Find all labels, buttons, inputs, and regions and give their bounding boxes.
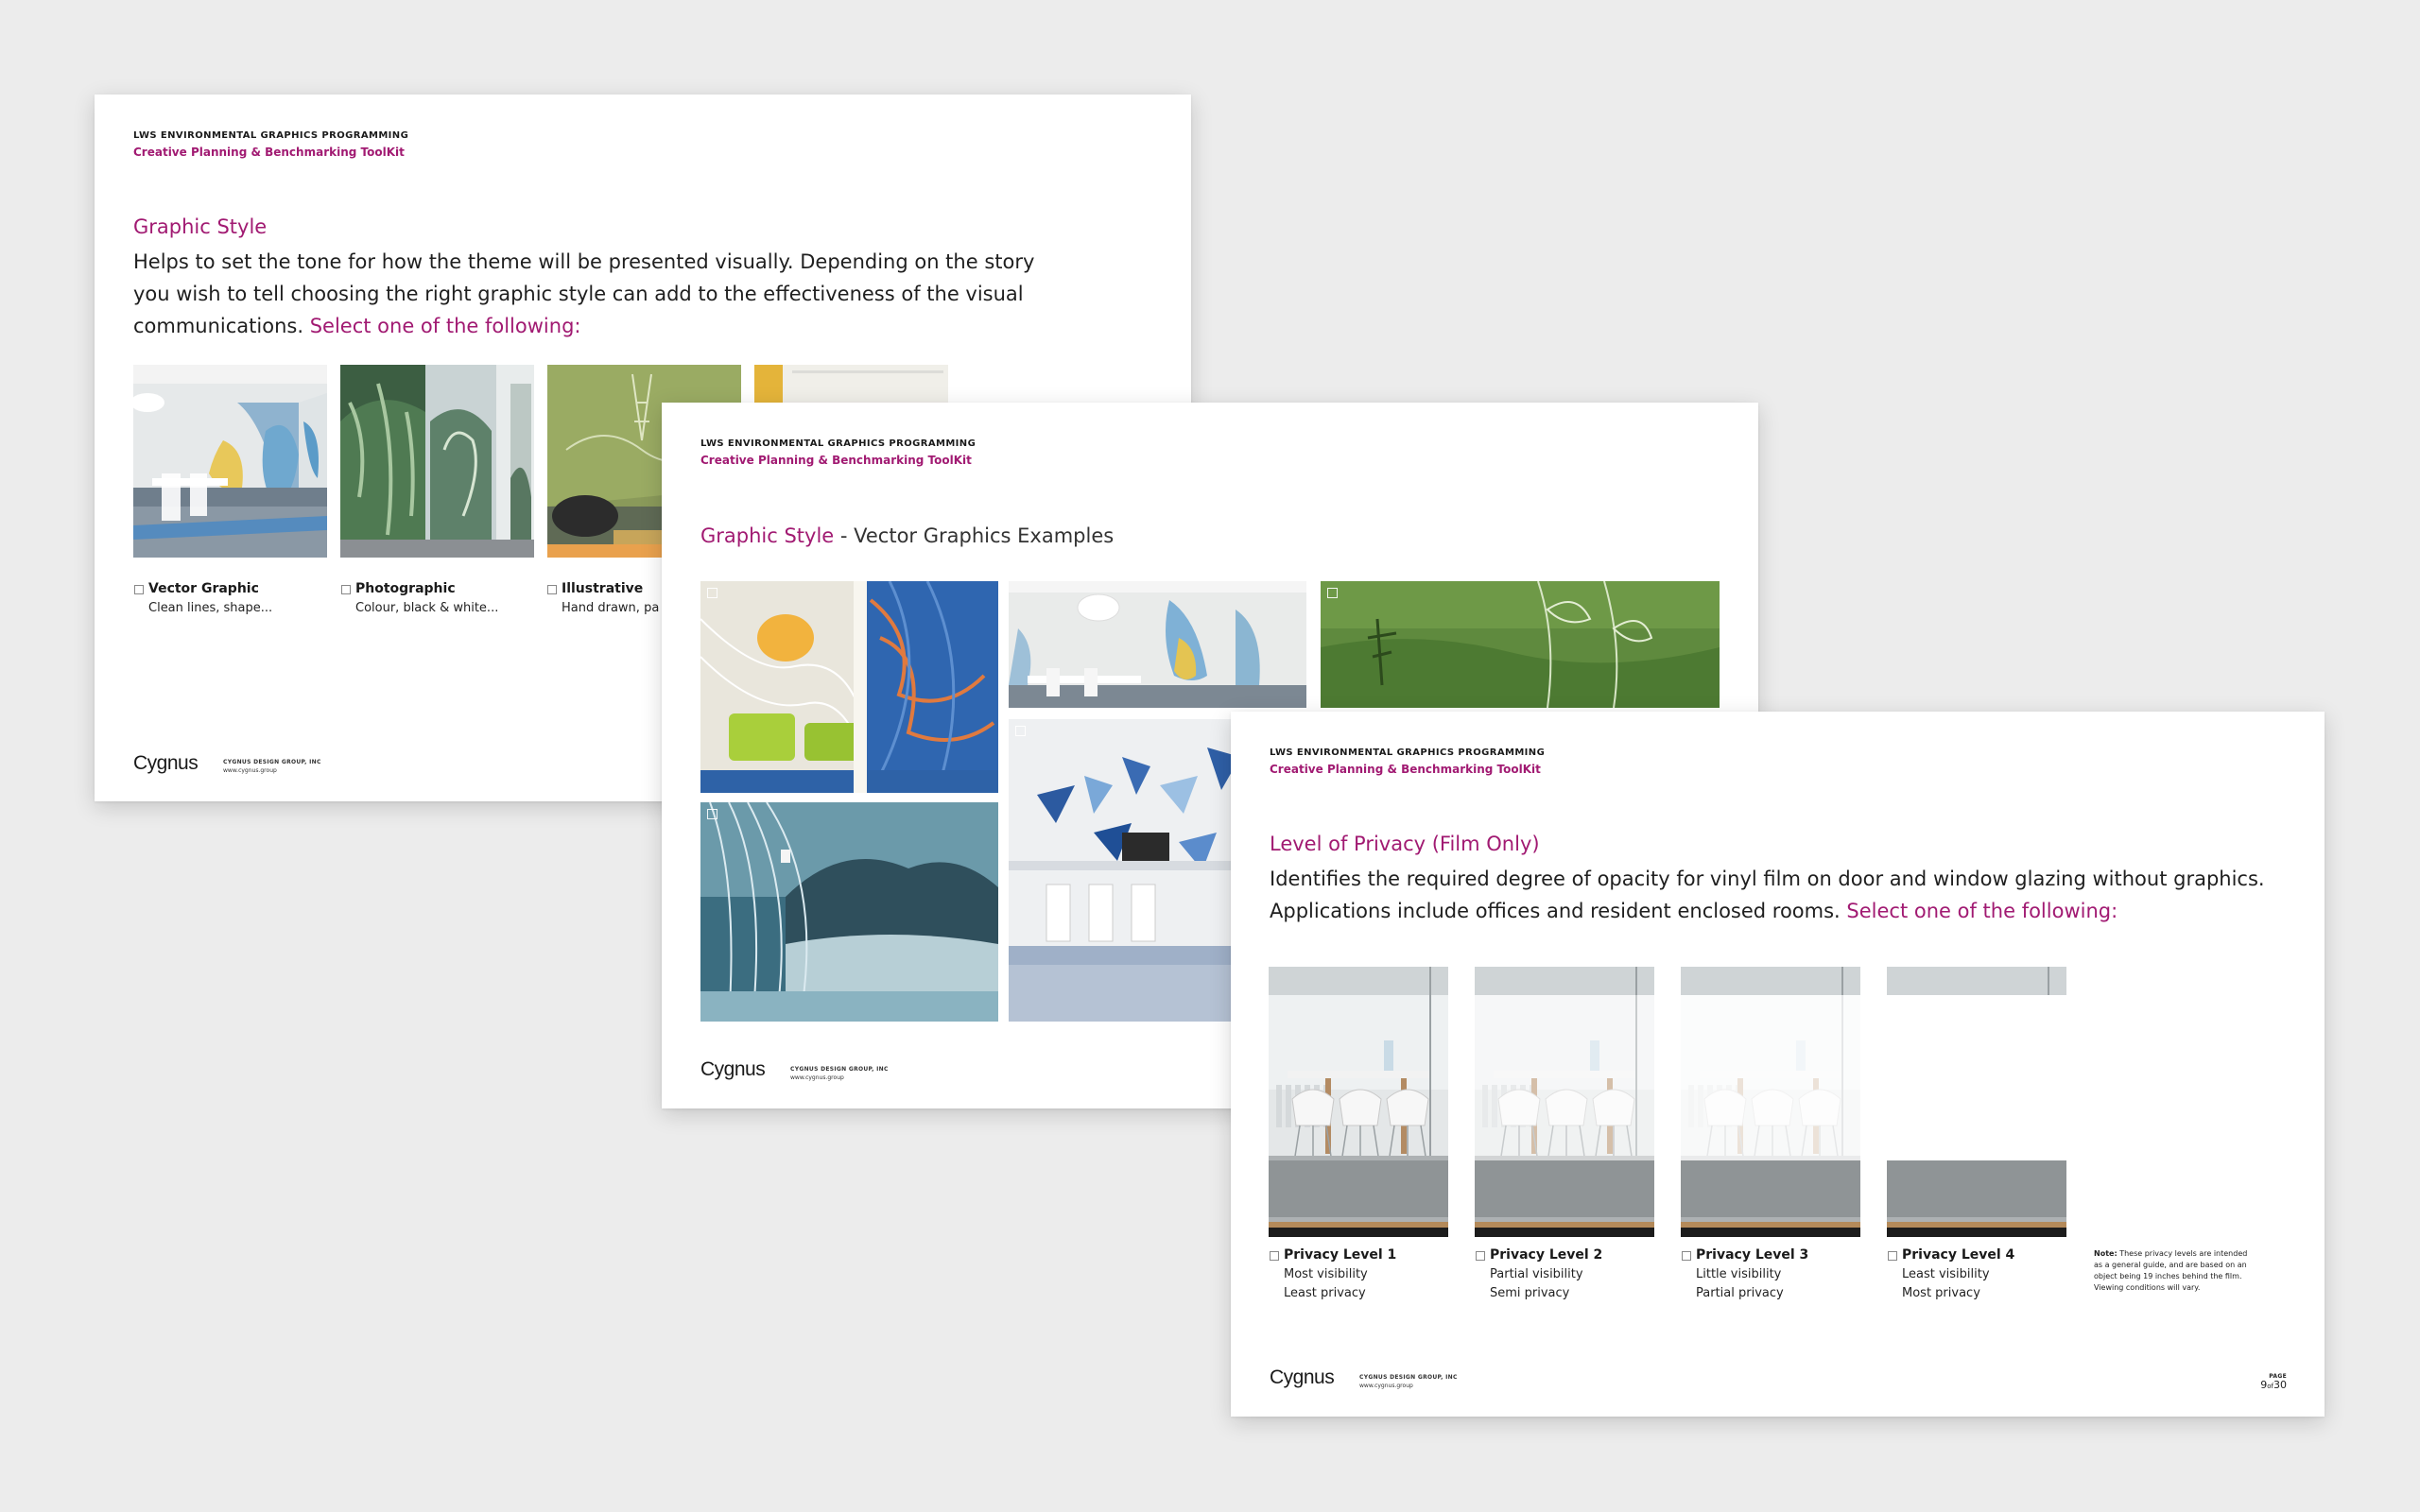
photographic-image [340, 365, 534, 558]
page-of: of [2267, 1383, 2273, 1390]
company-info: CYGNUS DESIGN GROUP, INC www.cygnus.grou… [790, 1065, 889, 1082]
company-url: www.cygnus.group [1359, 1383, 1413, 1389]
example-image-3 [1321, 581, 1720, 708]
photographic-desc: Colour, black & white... [355, 601, 499, 615]
company-url: www.cygnus.group [790, 1074, 844, 1081]
header-toolkit: Creative Planning & Benchmarking ToolKit [1270, 763, 1541, 776]
description: Identifies the required degree of opacit… [1270, 863, 2290, 927]
page-title-rest: - Vector Graphics Examples [834, 524, 1115, 547]
privacy-level-3-scene [1681, 967, 1860, 1237]
header-program: LWS ENVIRONMENTAL GRAPHICS PROGRAMMING [1270, 747, 1546, 758]
privacy-level-2-visibility: Partial visibility [1490, 1267, 1583, 1281]
example-4-checkbox[interactable] [707, 809, 717, 819]
privacy-level-4-label: Privacy Level 4 [1902, 1247, 2015, 1263]
page-title: Graphic Style - Vector Graphics Examples [700, 524, 1114, 547]
example-image-1 [700, 581, 998, 793]
slide-privacy-level: LWS ENVIRONMENTAL GRAPHICS PROGRAMMING C… [1231, 712, 2325, 1417]
privacy-level-2-scene [1475, 967, 1654, 1237]
example-image-1-art [700, 581, 998, 793]
example-1-checkbox[interactable] [707, 588, 717, 598]
privacy-level-1-label: Privacy Level 1 [1284, 1247, 1397, 1263]
privacy-level-4-checkbox[interactable] [1888, 1251, 1897, 1261]
illustrative-desc: Hand drawn, pa [562, 601, 660, 615]
cygnus-logo: Cygnus [700, 1058, 766, 1080]
privacy-level-4-scene [1887, 967, 2066, 1237]
page-title: Level of Privacy (Film Only) [1270, 833, 1540, 855]
privacy-level-2-checkbox[interactable] [1476, 1251, 1485, 1261]
cygnus-logo: Cygnus [133, 752, 199, 774]
company-name: CYGNUS DESIGN GROUP, INC [1359, 1374, 1458, 1381]
example-image-4 [700, 802, 998, 1022]
vector-graphic-checkbox[interactable] [134, 585, 144, 594]
select-prompt: Select one of the following: [309, 315, 581, 337]
vector-graphic-image [133, 365, 327, 558]
page-title-main: Graphic Style [700, 524, 835, 547]
header-program: LWS ENVIRONMENTAL GRAPHICS PROGRAMMING [700, 438, 977, 449]
illustrative-label: Illustrative [562, 581, 644, 596]
privacy-level-1-desc: Most visibility Least privacy [1284, 1265, 1368, 1303]
example-image-4-art [700, 802, 998, 1022]
privacy-level-3-image[interactable] [1681, 967, 1860, 1237]
vector-graphic-label: Vector Graphic [148, 581, 259, 596]
header-program: LWS ENVIRONMENTAL GRAPHICS PROGRAMMING [133, 130, 409, 141]
privacy-level-3-label: Privacy Level 3 [1696, 1247, 1809, 1263]
page-total: 30 [2273, 1379, 2287, 1391]
company-url: www.cygnus.group [223, 767, 277, 774]
page-title: Graphic Style [133, 215, 268, 238]
privacy-note: Note: These privacy levels are intended … [2094, 1248, 2255, 1294]
company-name: CYGNUS DESIGN GROUP, INC [790, 1066, 889, 1073]
privacy-level-1-privacy: Least privacy [1284, 1286, 1366, 1300]
photographic-checkbox[interactable] [341, 585, 351, 594]
photographic-label: Photographic [355, 581, 456, 596]
privacy-level-2-label: Privacy Level 2 [1490, 1247, 1603, 1263]
privacy-level-1-visibility: Most visibility [1284, 1267, 1368, 1281]
privacy-level-2-image[interactable] [1475, 967, 1654, 1237]
privacy-level-4-visibility: Least visibility [1902, 1267, 1990, 1281]
note-label: Note: [2094, 1249, 2118, 1258]
company-info: CYGNUS DESIGN GROUP, INC www.cygnus.grou… [1359, 1373, 1458, 1390]
privacy-level-1-image[interactable] [1269, 967, 1448, 1237]
photographic-thumbnail[interactable] [340, 365, 534, 558]
example-5-checkbox[interactable] [1015, 726, 1026, 736]
page-number: PAGE 9of30 [2260, 1373, 2287, 1392]
header-toolkit: Creative Planning & Benchmarking ToolKit [700, 454, 972, 467]
company-info: CYGNUS DESIGN GROUP, INC www.cygnus.grou… [223, 758, 321, 775]
example-3-checkbox[interactable] [1327, 588, 1338, 598]
fourth-style-thumbnail[interactable] [754, 365, 948, 403]
privacy-level-3-privacy: Partial privacy [1696, 1286, 1784, 1300]
example-image-3-art [1321, 581, 1720, 708]
description: Helps to set the tone for how the theme … [133, 246, 1041, 342]
example-image-2-art [1009, 581, 1306, 708]
privacy-level-2-desc: Partial visibility Semi privacy [1490, 1265, 1583, 1303]
fourth-style-image [754, 365, 948, 403]
privacy-level-3-desc: Little visibility Partial privacy [1696, 1265, 1784, 1303]
header-toolkit: Creative Planning & Benchmarking ToolKit [133, 146, 405, 159]
select-prompt: Select one of the following: [1846, 900, 2118, 922]
company-name: CYGNUS DESIGN GROUP, INC [223, 759, 321, 765]
privacy-level-4-desc: Least visibility Most privacy [1902, 1265, 1990, 1303]
privacy-level-1-scene [1269, 967, 1448, 1237]
example-image-2 [1009, 581, 1306, 708]
privacy-level-1-checkbox[interactable] [1270, 1251, 1279, 1261]
note-text: These privacy levels are intended as a g… [2094, 1249, 2248, 1292]
illustrative-checkbox[interactable] [547, 585, 557, 594]
privacy-level-2-privacy: Semi privacy [1490, 1286, 1570, 1300]
description-text: Helps to set the tone for how the theme … [133, 250, 1035, 337]
vector-graphic-thumbnail[interactable] [133, 365, 327, 558]
vector-graphic-desc: Clean lines, shape... [148, 601, 273, 615]
privacy-level-3-visibility: Little visibility [1696, 1267, 1782, 1281]
cygnus-logo: Cygnus [1270, 1366, 1335, 1388]
privacy-level-3-checkbox[interactable] [1682, 1251, 1691, 1261]
privacy-level-4-image[interactable] [1887, 967, 2066, 1237]
privacy-level-4-privacy: Most privacy [1902, 1286, 1980, 1300]
